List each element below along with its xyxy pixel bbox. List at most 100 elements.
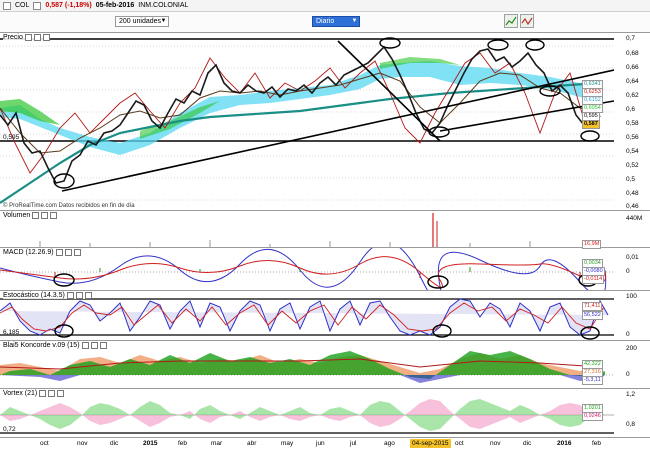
units-select[interactable]: 200 unidades ▼ bbox=[115, 16, 169, 27]
axis-tick: 0,5 bbox=[626, 176, 636, 183]
axis-tick: 0,66 bbox=[626, 64, 639, 71]
axis-tick: 0,7 bbox=[626, 35, 636, 42]
axis-tick: 0,48 bbox=[626, 190, 639, 197]
month-label: may bbox=[281, 440, 294, 447]
chart-tool-button[interactable] bbox=[504, 14, 518, 28]
settings-icon[interactable] bbox=[41, 212, 49, 219]
close-icon[interactable] bbox=[99, 342, 107, 349]
chevron-down-icon: ▼ bbox=[160, 18, 167, 24]
month-label: jul bbox=[350, 440, 357, 447]
volume-panel[interactable]: Volumen bbox=[0, 210, 614, 248]
data-credit: © ProRealTime.com Datos recibidos en fin… bbox=[3, 203, 135, 209]
settings-icon[interactable] bbox=[33, 34, 41, 41]
axis-tick: 0,6 bbox=[626, 106, 636, 113]
month-label: oct bbox=[40, 440, 49, 447]
settings-icon[interactable] bbox=[90, 342, 98, 349]
koncorde-panel[interactable]: Blai5 Koncorde v.09 (15) bbox=[0, 340, 614, 389]
stochastic-panel[interactable]: Estocástico (14.3.5) 6,185 bbox=[0, 290, 614, 341]
settings-icon[interactable] bbox=[75, 292, 83, 299]
panel-title-text: Blai5 Koncorde v.09 (15) bbox=[3, 342, 80, 349]
macd-panel[interactable]: MACD (12.26.9) bbox=[0, 247, 614, 291]
volume-tag: 16,9M bbox=[582, 240, 602, 249]
axis-tick: 0,54 bbox=[626, 148, 639, 155]
month-label: nov bbox=[490, 440, 501, 447]
month-label: oct bbox=[455, 440, 464, 447]
close-icon[interactable] bbox=[84, 292, 92, 299]
axis-tick: 0 bbox=[626, 331, 630, 338]
title-bar: COL 0,587 (-1,18%) 05-feb-2016 INM.COLON… bbox=[0, 0, 650, 12]
close-icon[interactable] bbox=[42, 34, 50, 41]
price-panel-title: Precio bbox=[3, 34, 50, 41]
panel-title-text: Precio bbox=[3, 34, 23, 41]
month-label: mar bbox=[211, 440, 223, 447]
indicator-tool-button[interactable] bbox=[520, 14, 534, 28]
axis-tick: 0,8 bbox=[626, 421, 636, 428]
settings-icon[interactable] bbox=[64, 249, 72, 256]
window-icon[interactable] bbox=[3, 1, 11, 10]
date: 05-feb-2016 bbox=[95, 2, 135, 9]
wrench-icon[interactable] bbox=[32, 212, 40, 219]
month-label: nov bbox=[77, 440, 88, 447]
stochastic-left-label: 6,185 bbox=[3, 329, 20, 336]
stochastic-tag: 71,411 bbox=[582, 302, 603, 311]
month-label: dic bbox=[110, 440, 119, 447]
chart-tool-icon bbox=[505, 16, 517, 26]
axis-tick: 0 bbox=[626, 268, 630, 275]
indicator-tool-icon bbox=[521, 17, 533, 26]
axis-tick: 0,58 bbox=[626, 120, 639, 127]
koncorde-tag: -5,3,11 bbox=[582, 376, 603, 385]
chevron-down-icon: ▼ bbox=[351, 18, 358, 24]
vortex-panel[interactable]: Vortex (21) 0,72 bbox=[0, 388, 614, 438]
close-icon[interactable] bbox=[57, 390, 65, 397]
month-label: feb bbox=[592, 440, 602, 447]
vortex-chart bbox=[0, 399, 614, 434]
close-icon[interactable] bbox=[73, 249, 81, 256]
wrench-icon[interactable] bbox=[81, 342, 89, 349]
macd-chart bbox=[0, 248, 614, 291]
symbol: COL bbox=[15, 2, 30, 9]
axis-tick: 100 bbox=[626, 293, 637, 300]
axis-tick: 0,64 bbox=[626, 78, 639, 85]
panel-title-text: Estocástico (14.3.5) bbox=[3, 292, 65, 299]
panel-title-text: MACD (12.26.9) bbox=[3, 249, 54, 256]
axis-tick: 1,2 bbox=[626, 391, 636, 398]
vortex-tag: 0,9246 bbox=[582, 412, 603, 421]
month-label: feb bbox=[178, 440, 188, 447]
highlighted-date: 04-sep-2015 bbox=[410, 439, 451, 448]
year-label: 2016 bbox=[557, 440, 572, 447]
month-label: ago bbox=[384, 440, 395, 447]
info-icon[interactable] bbox=[33, 1, 42, 10]
koncorde-axis: 200 0 bbox=[614, 340, 650, 389]
panel-title-text: Volumen bbox=[3, 212, 31, 219]
wrench-icon[interactable] bbox=[66, 292, 74, 299]
axis-tick: 0,62 bbox=[626, 92, 639, 99]
axis-tick: 0,56 bbox=[626, 134, 639, 141]
period-select-value: Diario bbox=[316, 18, 335, 25]
volume-axis: 440M bbox=[614, 210, 650, 248]
wrench-icon[interactable] bbox=[24, 34, 32, 41]
koncorde-panel-title: Blai5 Koncorde v.09 (15) bbox=[3, 342, 107, 349]
panel-title-text: Vortex (21) bbox=[3, 390, 38, 397]
month-label: dic bbox=[523, 440, 532, 447]
axis-tick: 440M bbox=[626, 215, 643, 222]
vortex-left-label: 0,72 bbox=[3, 426, 16, 433]
price-axis: 0,7 0,68 0,66 0,64 0,62 0,6 0,58 0,56 0,… bbox=[614, 32, 650, 211]
price-panel[interactable]: Precio 0,595 © ProRealTime.com Datos rec… bbox=[0, 32, 614, 211]
macd-tag: -0,0114 bbox=[582, 275, 605, 284]
axis-tick: 0,46 bbox=[626, 203, 639, 210]
period-select[interactable]: Diario ▼ bbox=[312, 16, 360, 27]
vortex-axis: 1,2 0,8 bbox=[614, 388, 650, 438]
year-label: 2015 bbox=[143, 440, 158, 447]
settings-icon[interactable] bbox=[48, 390, 56, 397]
support-level-label: 0,595 bbox=[3, 134, 20, 141]
volume-chart bbox=[39, 213, 591, 248]
axis-tick: 0,01 bbox=[626, 254, 639, 261]
stochastic-axis: 100 0 bbox=[614, 290, 650, 341]
vortex-panel-title: Vortex (21) bbox=[3, 390, 65, 397]
macd-axis: 0,01 0 bbox=[614, 247, 650, 291]
wrench-icon[interactable] bbox=[55, 249, 63, 256]
month-label: abr bbox=[247, 440, 257, 447]
close-icon[interactable] bbox=[50, 212, 58, 219]
wrench-icon[interactable] bbox=[39, 390, 47, 397]
time-axis: oct nov dic 2015 feb mar abr may jun jul… bbox=[0, 437, 650, 450]
